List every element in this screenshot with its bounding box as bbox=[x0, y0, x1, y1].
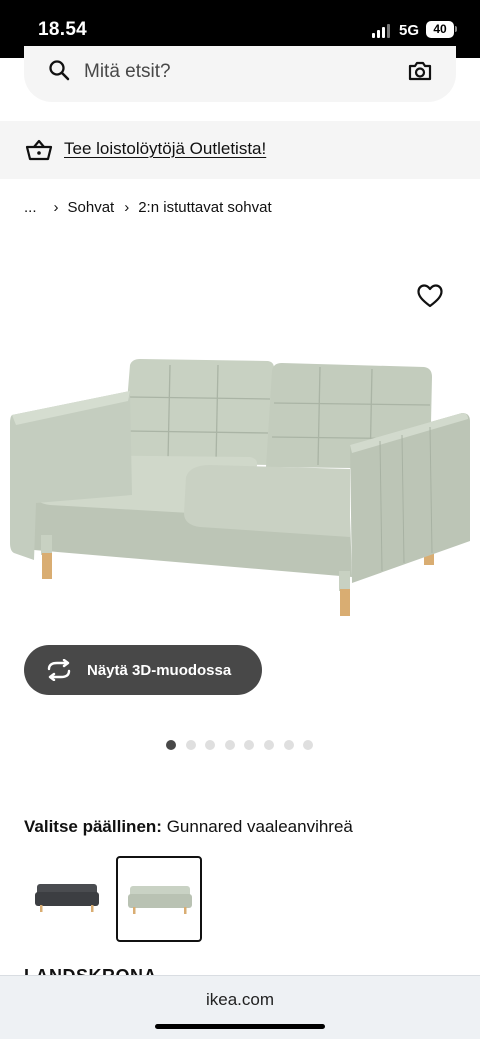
outlet-promo-banner[interactable]: Tee loistolöytöjä Outletista! bbox=[0, 121, 480, 179]
search-icon[interactable] bbox=[47, 58, 71, 82]
status-time: 18.54 bbox=[38, 19, 88, 40]
search-input[interactable] bbox=[84, 61, 384, 83]
chevron-right-icon: › bbox=[53, 198, 59, 216]
sofa-product-image bbox=[10, 359, 470, 616]
chevron-right-icon: › bbox=[124, 198, 130, 216]
search-bar[interactable] bbox=[24, 46, 456, 102]
view-3d-label: Näytä 3D-muodossa bbox=[87, 661, 232, 679]
outlet-promo-link[interactable]: Tee loistolöytöjä Outletista! bbox=[64, 139, 266, 159]
pagination-dot[interactable] bbox=[205, 740, 216, 750]
breadcrumb-two-seat-sofas[interactable]: 2:n istuttavat sohvat bbox=[138, 199, 271, 216]
cover-value: Gunnared vaaleanvihreä bbox=[166, 817, 353, 836]
swatch-light-green[interactable] bbox=[116, 856, 202, 942]
breadcrumb: ... › Sohvat › 2:n istuttavat sohvat bbox=[24, 197, 272, 217]
network-type: 5G bbox=[399, 22, 420, 39]
sofa-thumbnail-light-green bbox=[128, 886, 192, 914]
breadcrumb-sofas[interactable]: Sohvat bbox=[68, 199, 115, 216]
camera-icon[interactable] bbox=[407, 59, 433, 83]
pagination-dot[interactable] bbox=[224, 740, 235, 750]
pagination-dot[interactable] bbox=[185, 740, 196, 750]
cover-label: Valitse päällinen: bbox=[24, 817, 162, 836]
sofa-thumbnail-dark-grey bbox=[35, 884, 99, 912]
home-indicator[interactable] bbox=[155, 1024, 325, 1029]
pagination-dot[interactable] bbox=[166, 740, 176, 750]
swatch-dark-grey[interactable] bbox=[25, 856, 111, 942]
product-image-gallery[interactable]: Näytä 3D-muodossa bbox=[0, 240, 480, 760]
signal-icon bbox=[372, 24, 392, 38]
battery-tip bbox=[455, 26, 457, 32]
pagination-dot[interactable] bbox=[263, 740, 274, 750]
browser-url-bar[interactable]: ikea.com bbox=[0, 975, 480, 1039]
cover-selection-label: Valitse päällinen: Gunnared vaaleanvihre… bbox=[24, 817, 353, 837]
view-3d-button[interactable]: Näytä 3D-muodossa bbox=[24, 645, 262, 695]
breadcrumb-ellipsis[interactable]: ... bbox=[24, 199, 37, 216]
heart-icon[interactable] bbox=[416, 283, 444, 309]
pagination-dot[interactable] bbox=[303, 740, 314, 750]
url-text[interactable]: ikea.com bbox=[0, 990, 480, 1010]
basket-icon bbox=[25, 139, 53, 161]
rotate-3d-icon bbox=[47, 659, 71, 681]
image-pagination[interactable] bbox=[166, 740, 323, 750]
pagination-dot[interactable] bbox=[244, 740, 255, 750]
pagination-dot[interactable] bbox=[283, 740, 294, 750]
battery-icon: 40 bbox=[426, 21, 454, 38]
